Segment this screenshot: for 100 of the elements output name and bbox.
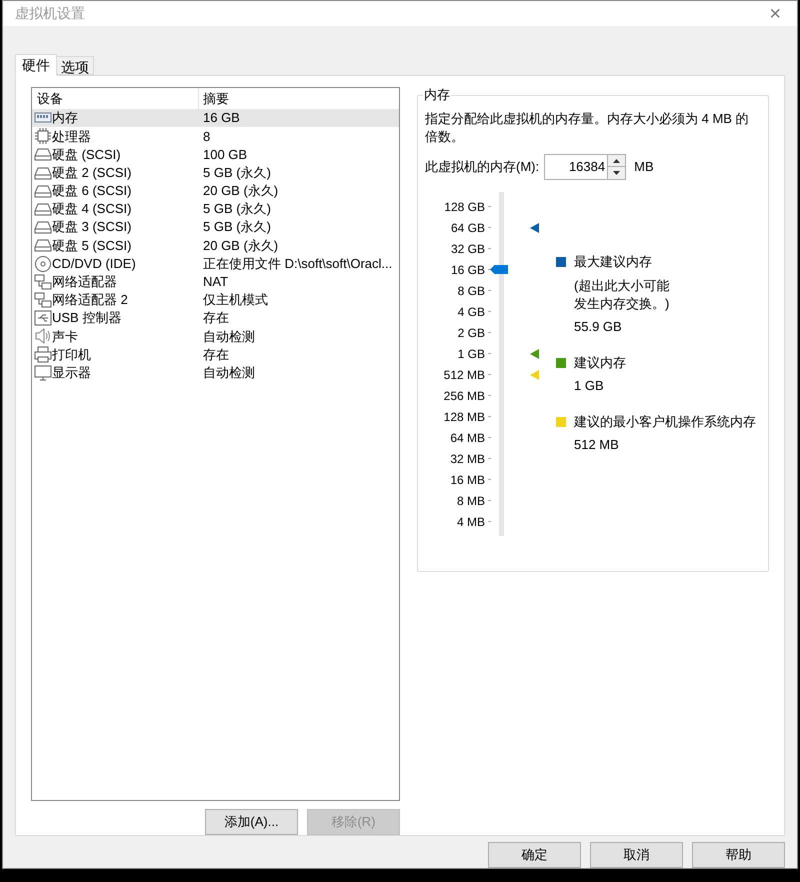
dialog-button[interactable]: 帮助	[692, 842, 785, 868]
tick-label: 8 GB	[458, 282, 485, 300]
device-name: 声卡	[52, 328, 78, 346]
tab[interactable]: 硬件	[15, 54, 57, 76]
window-title: 虚拟机设置	[15, 4, 85, 24]
memory-spinbox[interactable]: 16384	[544, 154, 626, 180]
device-summary: 100 GB	[202, 146, 248, 164]
device-row[interactable]: 网络适配器 NAT	[32, 272, 399, 291]
chip-icon	[34, 127, 52, 146]
device-row[interactable]: 硬盘 (SCSI) 100 GB	[32, 145, 399, 164]
device-summary: 20 GB (永久)	[202, 182, 278, 200]
device-summary: 20 GB (永久)	[202, 236, 278, 255]
legend-value: 1 GB	[574, 377, 605, 395]
device-summary: 存在	[202, 309, 229, 328]
device-summary: 8	[202, 128, 210, 146]
device-name: 硬盘 6 (SCSI)	[52, 182, 132, 200]
dialog-button[interactable]: 确定	[488, 842, 581, 868]
device-row[interactable]: 硬盘 2 (SCSI) 5 GB (永久)	[32, 164, 399, 182]
tab[interactable]: 选项	[57, 56, 94, 75]
device-row[interactable]: 声卡 自动检测	[32, 327, 399, 346]
tick-label: 32 MB	[450, 450, 485, 468]
tick-mark	[488, 353, 491, 354]
disc-icon	[34, 254, 52, 273]
device-name: 硬盘 4 (SCSI)	[52, 200, 132, 218]
legend-note: (超出此大小可能发生内存交换。)	[574, 277, 670, 313]
device-row[interactable]: CD/DVD (IDE) 正在使用文件 D:\soft\soft\Oracl...	[32, 254, 399, 273]
device-row[interactable]: 硬盘 6 (SCSI) 20 GB (永久)	[32, 182, 399, 200]
legend-title: 建议的最小客户机操作系统内存	[574, 413, 756, 431]
description-text: 指定分配给此虚拟机的内存量。内存大小必须为 4 MB 的倍数。	[425, 110, 750, 146]
tick-mark	[488, 374, 491, 375]
device-name: 硬盘 2 (SCSI)	[52, 164, 132, 182]
device-name: 打印机	[52, 346, 91, 364]
device-row[interactable]: 硬盘 4 (SCSI) 5 GB (永久)	[32, 200, 399, 218]
device-row[interactable]: 打印机 存在	[32, 345, 399, 364]
tick-mark	[488, 521, 491, 522]
field-label: 此虚拟机的内存(M):	[425, 158, 540, 176]
monitor-icon	[34, 364, 52, 382]
tick-label: 8 MB	[456, 492, 485, 510]
device-row[interactable]: 硬盘 3 (SCSI) 5 GB (永久)	[32, 218, 399, 236]
device-name: 网络适配器 2	[52, 291, 128, 310]
device-name: 硬盘 (SCSI)	[52, 146, 121, 164]
device-row[interactable]: 显示器 自动检测	[32, 364, 399, 382]
device-summary: 正在使用文件 D:\soft\soft\Oracl...	[202, 254, 392, 273]
tick-mark	[488, 479, 491, 480]
device-name: 显示器	[52, 364, 91, 382]
device-row[interactable]: USB 控制器 存在	[32, 309, 399, 328]
printer-icon	[34, 346, 52, 364]
up-arrow-icon	[613, 158, 620, 162]
device-row[interactable]: 网络适配器 2 仅主机模式	[32, 290, 399, 310]
device-row[interactable]: 硬盘 5 (SCSI) 20 GB (永久)	[32, 236, 399, 254]
tick-label: 16 GB	[450, 262, 485, 278]
device-summary: 5 GB (永久)	[202, 218, 271, 236]
down-arrow-icon	[613, 171, 620, 175]
device-summary: 自动检测	[202, 364, 255, 382]
network-icon	[34, 272, 52, 291]
tick-mark	[488, 500, 491, 501]
tick-label: 64 GB	[450, 220, 485, 236]
tick-label: 1 GB	[458, 346, 485, 362]
device-row[interactable]: 处理器 8	[32, 127, 399, 146]
column-header[interactable]: 摘要	[199, 88, 399, 109]
tick-label: 512 MB	[444, 366, 485, 384]
unit-label: MB	[634, 158, 654, 176]
slider-thumb[interactable]	[490, 265, 508, 274]
tick-mark	[488, 248, 491, 249]
spin-up-button[interactable]	[608, 155, 626, 167]
legend-title: 建议内存	[574, 354, 626, 372]
device-summary: 5 GB (永久)	[202, 164, 271, 182]
tick-mark	[488, 332, 491, 333]
legend-title: 最大建议内存	[574, 253, 653, 271]
device-name: 处理器	[52, 128, 91, 146]
tick-label: 2 GB	[458, 324, 485, 342]
tick-mark	[488, 206, 491, 207]
device-summary: 存在	[202, 346, 229, 364]
tick-label: 16 MB	[450, 472, 485, 488]
device-summary: 仅主机模式	[202, 291, 268, 310]
device-summary: 5 GB (永久)	[202, 200, 271, 218]
device-summary: NAT	[202, 273, 228, 292]
tick-mark	[488, 311, 491, 312]
device-name: 网络适配器	[52, 273, 117, 292]
network-icon	[34, 290, 52, 309]
speaker-icon	[34, 327, 52, 346]
spin-down-button[interactable]	[608, 167, 626, 179]
tick-mark	[488, 290, 491, 291]
dialog-button[interactable]: 取消	[590, 842, 683, 868]
tick-mark	[488, 437, 491, 438]
tick-label: 64 MB	[450, 430, 485, 446]
device-name: USB 控制器	[52, 309, 122, 328]
tick-label: 4 MB	[456, 514, 485, 530]
close-button[interactable]: ×	[765, 4, 785, 24]
tick-label: 256 MB	[444, 388, 485, 404]
device-name: 内存	[52, 109, 78, 128]
device-summary: 自动检测	[202, 328, 255, 346]
device-name: CD/DVD (IDE)	[52, 254, 136, 273]
tick-mark	[488, 227, 491, 228]
tick-mark	[488, 395, 491, 396]
device-name: 硬盘 3 (SCSI)	[52, 218, 132, 236]
add-button[interactable]: 添加(A)...	[205, 809, 298, 835]
legend-value: 512 MB	[574, 436, 620, 454]
tick-label: 128 GB	[444, 198, 485, 216]
device-row[interactable]: 内存 16 GB	[32, 109, 399, 128]
